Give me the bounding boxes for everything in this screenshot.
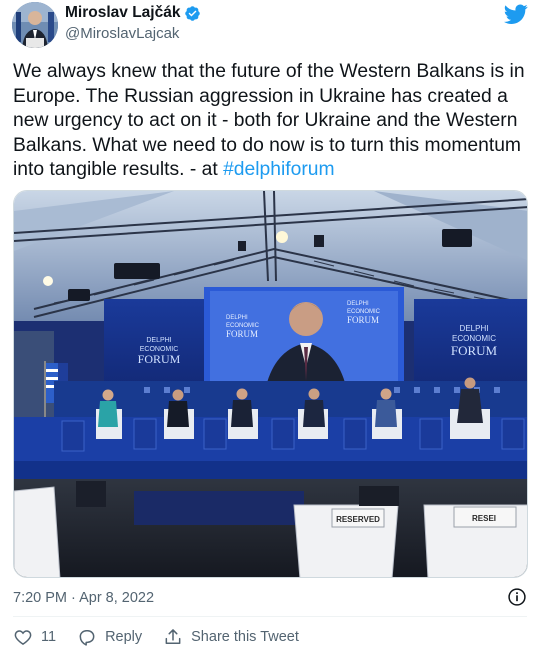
share-button[interactable]: Share this Tweet [163, 627, 299, 647]
screen-brand-1: DELPHI [226, 315, 248, 321]
tweet-header: Miroslav Lajčák @MiroslavLajcak [12, 2, 528, 48]
tweet-photo[interactable]: DELPHI ECONOMIC FORUM DELPHI ECONOMIC FO… [13, 190, 528, 578]
share-upload-icon [165, 629, 181, 644]
verified-badge-icon [185, 5, 201, 21]
author-display-name-row[interactable]: Miroslav Lajčák [65, 3, 201, 23]
reply-bubble-icon [79, 630, 95, 646]
reserved-sign: RESERVED [336, 515, 380, 524]
screen-brand-6: FORUM [347, 315, 379, 325]
screen-brand-4: DELPHI [347, 301, 369, 307]
conference-photo: DELPHI ECONOMIC FORUM DELPHI ECONOMIC FO… [14, 191, 527, 577]
twitter-bird-icon[interactable] [504, 2, 528, 26]
like-count: 11 [41, 629, 57, 645]
avatar-image [12, 2, 58, 48]
left-panel-brand-3: FORUM [138, 352, 181, 366]
author-display-name[interactable]: Miroslav Lajčák [65, 3, 180, 23]
right-panel-brand-3: FORUM [451, 343, 498, 358]
reply-button[interactable]: Reply [77, 627, 142, 647]
divider [13, 616, 527, 617]
author-names: Miroslav Lajčák @MiroslavLajcak [65, 3, 201, 44]
right-panel-brand-1: DELPHI [460, 324, 489, 333]
tweet-text: We always knew that the future of the We… [13, 60, 527, 183]
like-button[interactable]: 11 [13, 627, 56, 647]
hashtag-link[interactable]: #delphiforum [223, 159, 334, 180]
left-panel-brand-1: DELPHI [146, 337, 171, 344]
info-icon[interactable] [507, 587, 527, 607]
share-label: Share this Tweet [191, 629, 299, 645]
reply-label: Reply [105, 629, 143, 645]
screen-brand-3: FORUM [226, 329, 258, 339]
right-panel-brand-2: ECONOMIC [452, 334, 496, 343]
reserved-sign-partial: RESEI [472, 514, 496, 523]
tweet-timestamp[interactable]: 7:20 PM · Apr 8, 2022 [13, 589, 154, 607]
avatar[interactable] [12, 2, 58, 48]
author-handle[interactable]: @MiroslavLajcak [65, 24, 201, 44]
tweet-actions: 11 Reply Share this Tweet [13, 626, 320, 648]
heart-icon [14, 630, 32, 645]
